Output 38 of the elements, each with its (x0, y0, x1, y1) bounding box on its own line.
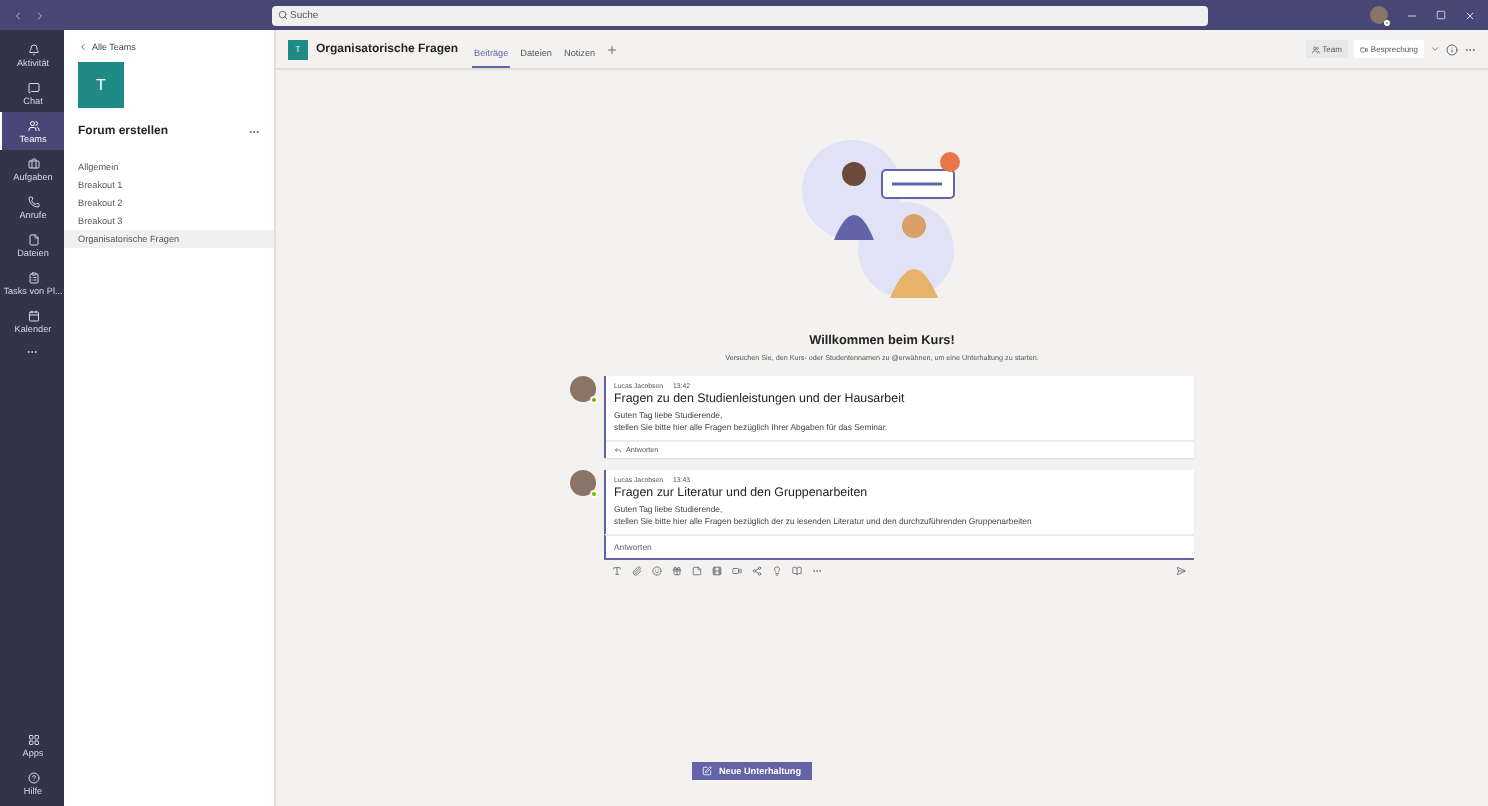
search-icon (278, 10, 288, 20)
film-icon[interactable] (712, 566, 722, 576)
phone-icon (27, 195, 39, 207)
minimize-icon[interactable] (1406, 9, 1418, 21)
info-icon[interactable] (1446, 43, 1458, 55)
send-icon[interactable] (1176, 566, 1186, 576)
back-icon (78, 42, 88, 52)
video-icon[interactable] (732, 566, 742, 576)
share-icon[interactable] (752, 566, 762, 576)
help-icon (27, 771, 39, 783)
maximize-icon[interactable] (1436, 10, 1446, 20)
briefcase-icon (27, 157, 39, 169)
video-icon (1359, 45, 1368, 53)
file-icon (27, 233, 39, 245)
close-icon[interactable] (1464, 9, 1476, 21)
calendar-icon (27, 309, 39, 321)
bell-icon (27, 43, 39, 55)
clipboard-icon (27, 271, 39, 283)
people-icon (27, 119, 39, 131)
avatar[interactable] (1370, 6, 1388, 24)
people-icon (1311, 45, 1320, 53)
compose-icon (702, 766, 713, 776)
lightbulb-icon[interactable] (772, 566, 782, 576)
reply-icon (614, 446, 622, 454)
book-icon[interactable] (792, 566, 802, 576)
format-icon[interactable] (612, 566, 622, 576)
paperclip-icon[interactable] (632, 566, 642, 576)
team-tile: T (78, 62, 124, 108)
back-icon[interactable] (12, 9, 24, 21)
status-dot-icon (590, 396, 598, 404)
chat-icon (27, 81, 39, 93)
caret-icon[interactable] (1430, 44, 1440, 54)
grid-icon (27, 733, 39, 745)
emoji-icon[interactable] (652, 566, 662, 576)
forward-icon[interactable] (34, 9, 46, 21)
status-dot-icon (590, 490, 598, 498)
add-tab-icon[interactable] (605, 43, 618, 55)
status-dot-icon (1384, 20, 1390, 26)
